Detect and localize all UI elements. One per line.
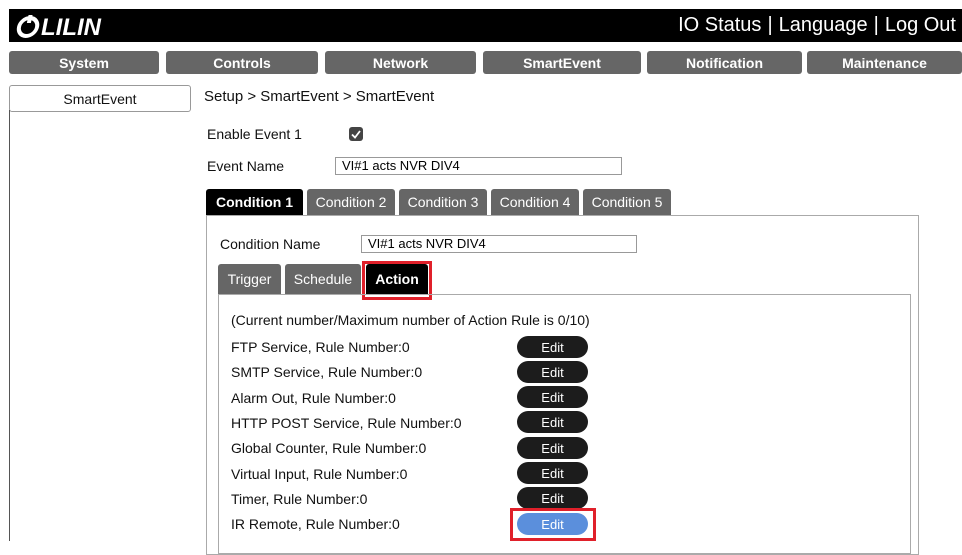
breadcrumb: Setup > SmartEvent > SmartEvent bbox=[204, 88, 435, 105]
ir-remote-rule-label: IR Remote, Rule Number:0 bbox=[231, 516, 400, 532]
tab-condition-2[interactable]: Condition 2 bbox=[307, 189, 395, 215]
tab-action[interactable]: Action bbox=[366, 264, 428, 294]
alarm-out-edit-button[interactable]: Edit bbox=[517, 386, 588, 408]
ftp-edit-button[interactable]: Edit bbox=[517, 336, 588, 358]
global-counter-edit-button[interactable]: Edit bbox=[517, 437, 588, 459]
enable-event-label: Enable Event 1 bbox=[207, 126, 302, 142]
virtual-input-edit-button[interactable]: Edit bbox=[517, 462, 588, 484]
action-rule-info: (Current number/Maximum number of Action… bbox=[231, 312, 590, 328]
tab-trigger[interactable]: Trigger bbox=[218, 264, 281, 294]
event-name-input[interactable] bbox=[335, 157, 622, 175]
tab-condition-1[interactable]: Condition 1 bbox=[206, 189, 303, 215]
tab-schedule[interactable]: Schedule bbox=[285, 264, 361, 294]
condition-name-label: Condition Name bbox=[220, 236, 321, 252]
io-status-link[interactable]: IO Status bbox=[678, 14, 761, 37]
virtual-input-rule-label: Virtual Input, Rule Number:0 bbox=[231, 466, 408, 482]
enable-event-checkbox[interactable] bbox=[349, 127, 363, 141]
ir-remote-edit-button[interactable]: Edit bbox=[517, 513, 588, 535]
tab-condition-3[interactable]: Condition 3 bbox=[399, 189, 487, 215]
event-name-label: Event Name bbox=[207, 158, 285, 174]
header-links: IO Status | Language | Log Out bbox=[678, 9, 956, 42]
header-separator: | bbox=[873, 14, 879, 36]
svg-text:LILIN: LILIN bbox=[41, 14, 102, 39]
logo-graphic: LILIN bbox=[16, 14, 102, 39]
timer-edit-button[interactable]: Edit bbox=[517, 487, 588, 509]
timer-rule-label: Timer, Rule Number:0 bbox=[231, 491, 368, 507]
nav-tab-controls[interactable]: Controls bbox=[166, 51, 318, 74]
sidebar-item-smartevent[interactable]: SmartEvent bbox=[9, 85, 191, 112]
condition-name-input[interactable] bbox=[361, 235, 637, 253]
ftp-rule-label: FTP Service, Rule Number:0 bbox=[231, 339, 410, 355]
tab-condition-4[interactable]: Condition 4 bbox=[491, 189, 579, 215]
nav-tab-notification[interactable]: Notification bbox=[647, 51, 802, 74]
tab-condition-5[interactable]: Condition 5 bbox=[583, 189, 671, 215]
sidebar-divider bbox=[9, 110, 10, 541]
nav-tab-system[interactable]: System bbox=[9, 51, 159, 74]
smtp-edit-button[interactable]: Edit bbox=[517, 361, 588, 383]
top-bar: LILIN IO Status | Language | Log Out bbox=[9, 9, 962, 42]
nav-tab-smartevent[interactable]: SmartEvent bbox=[483, 51, 641, 74]
http-post-rule-label: HTTP POST Service, Rule Number:0 bbox=[231, 415, 462, 431]
language-link[interactable]: Language bbox=[779, 14, 868, 37]
checkmark-icon bbox=[351, 130, 361, 139]
main-nav: System Controls Network SmartEvent Notif… bbox=[9, 51, 962, 74]
logout-link[interactable]: Log Out bbox=[885, 14, 956, 37]
alarm-out-rule-label: Alarm Out, Rule Number:0 bbox=[231, 390, 396, 406]
http-post-edit-button[interactable]: Edit bbox=[517, 411, 588, 433]
nav-tab-network[interactable]: Network bbox=[325, 51, 476, 74]
nav-tab-maintenance[interactable]: Maintenance bbox=[807, 51, 962, 74]
smtp-rule-label: SMTP Service, Rule Number:0 bbox=[231, 364, 423, 380]
lilin-logo: LILIN bbox=[15, 9, 150, 42]
header-separator: | bbox=[767, 14, 773, 36]
global-counter-rule-label: Global Counter, Rule Number:0 bbox=[231, 440, 427, 456]
